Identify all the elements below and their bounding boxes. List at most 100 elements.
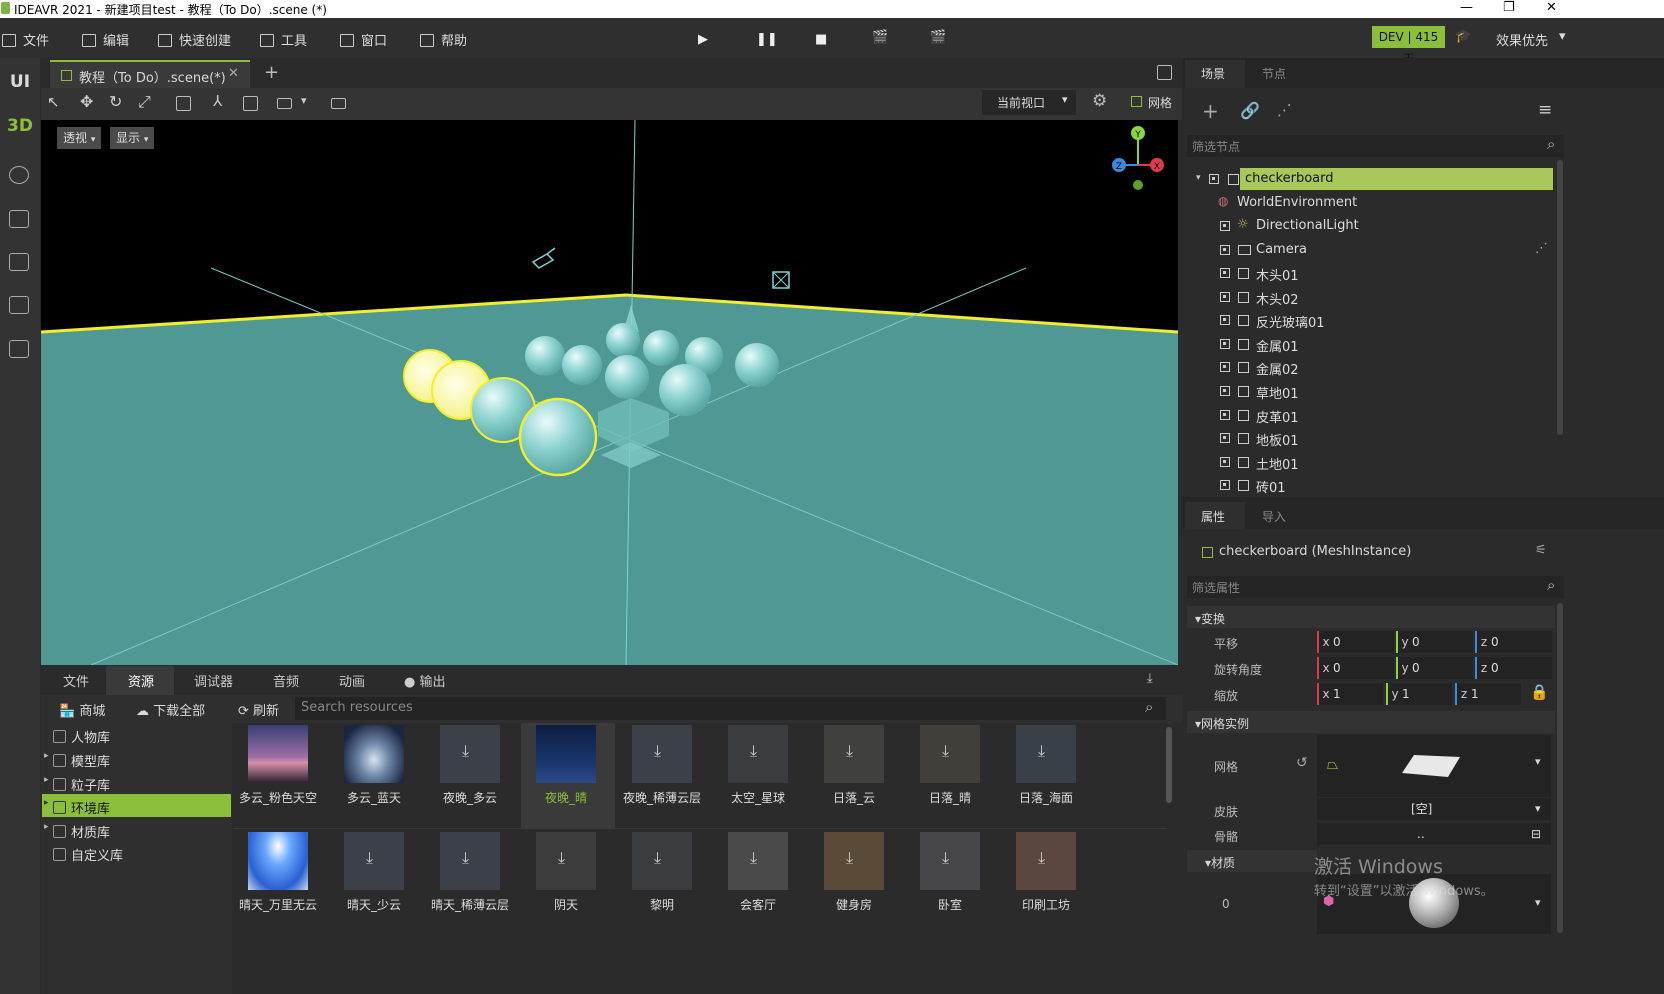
tab-properties[interactable]: 属性 <box>1201 508 1225 525</box>
visibility-checkbox[interactable] <box>1220 386 1230 396</box>
quality-select[interactable]: 效果优先 <box>1496 30 1548 49</box>
node-metal01[interactable]: 金属01 <box>1256 336 1299 355</box>
visibility-checkbox[interactable] <box>1220 268 1230 278</box>
3d-viewport[interactable]: Y X Z <box>41 120 1178 665</box>
scale-x-field[interactable]: x1 <box>1317 683 1383 705</box>
translate-y-field[interactable]: y0 <box>1396 631 1473 653</box>
pause-icon[interactable]: ❚❚ <box>756 32 778 47</box>
close-tab-icon[interactable]: ✕ <box>228 66 239 81</box>
gear-icon[interactable]: ⚙ <box>1092 91 1107 111</box>
menu-quick-create[interactable]: 快速创建 <box>158 30 231 49</box>
expand-icon[interactable]: ▸ <box>44 775 49 785</box>
close-icon[interactable]: ✕ <box>1546 0 1557 15</box>
resource-search-input[interactable]: Search resources ⌕ <box>295 697 1166 720</box>
perspective-button[interactable]: 透视 ▾ <box>57 127 102 149</box>
menu-window[interactable]: 窗口 <box>340 30 387 49</box>
store-icon[interactable] <box>9 210 29 228</box>
display-button[interactable]: 显示 ▾ <box>110 127 155 149</box>
view-select[interactable]: 当前视口 ▾ <box>982 90 1076 115</box>
resource-item[interactable]: ⤓ 晴天_少云 <box>326 832 422 938</box>
node-world-environment[interactable]: WorldEnvironment <box>1237 195 1357 210</box>
skeleton-field[interactable]: .. ⊟ <box>1317 823 1551 845</box>
tab-animation[interactable]: 动画 <box>339 671 365 690</box>
tab-import[interactable]: 导入 <box>1262 508 1286 525</box>
3d-mode-button[interactable]: 3D <box>0 116 40 136</box>
skin-select[interactable]: [空] ▾ <box>1317 798 1551 820</box>
script-icon[interactable]: ⋰ <box>1535 241 1548 256</box>
rotate-tool-icon[interactable]: ↻ <box>109 92 122 111</box>
node-grass01[interactable]: 草地01 <box>1256 383 1299 402</box>
tree-item-models[interactable]: 模型库 <box>53 751 110 770</box>
reset-icon[interactable]: ↺ <box>1296 755 1308 771</box>
collapse-icon[interactable]: ▾ <box>1196 173 1201 183</box>
chevron-down-icon[interactable]: ▾ <box>1535 896 1541 909</box>
node-brick01[interactable]: 砖01 <box>1256 477 1286 496</box>
maximize-icon[interactable]: ❐ <box>1503 0 1515 15</box>
scene-tree-scrollbar[interactable] <box>1557 160 1563 435</box>
settings-panel-icon[interactable] <box>9 253 29 271</box>
device-icon[interactable] <box>9 340 29 358</box>
node-wood01[interactable]: 木头01 <box>1256 265 1299 284</box>
menu-help[interactable]: 帮助 <box>420 30 467 49</box>
resource-item[interactable]: 夜晚_晴 <box>518 725 614 831</box>
tree-item-characters[interactable]: 人物库 <box>53 727 110 746</box>
chevron-down-icon[interactable]: ▾ <box>1535 755 1541 768</box>
search-icon[interactable]: ⌕ <box>1547 135 1555 153</box>
resource-item[interactable]: 多云_蓝天 <box>326 725 422 831</box>
scale-z-field[interactable]: z1 <box>1455 683 1521 705</box>
tab-scene[interactable]: 场景 <box>1201 65 1225 82</box>
rotation-z-field[interactable]: z0 <box>1475 657 1552 679</box>
expand-icon[interactable]: ▸ <box>44 751 49 761</box>
section-material[interactable]: ▾材质 <box>1205 854 1235 871</box>
section-mesh-instance[interactable]: ▾网格实例 <box>1195 715 1249 732</box>
mesh-resource-field[interactable]: ⏢ ▾ <box>1317 735 1551 797</box>
stop-icon[interactable]: ■ <box>815 32 827 47</box>
resource-item[interactable]: 多云_粉色天空 <box>230 725 326 831</box>
tab-audio[interactable]: 音频 <box>273 671 299 690</box>
property-filter-input[interactable]: 筛选属性 ⌕ <box>1187 576 1564 598</box>
resource-item[interactable]: 晴天_万里无云 <box>230 832 326 938</box>
sliders-icon[interactable]: ⚟ <box>1535 543 1547 558</box>
download-icon[interactable]: ⤓ <box>1147 671 1153 686</box>
node-checkerboard[interactable]: checkerboard <box>1245 171 1333 186</box>
tab-debugger[interactable]: 调试器 <box>194 671 233 690</box>
visibility-checkbox[interactable] <box>1220 339 1230 349</box>
tab-node[interactable]: 节点 <box>1262 65 1286 82</box>
resource-item[interactable]: ⤓ 会客厅 <box>710 832 806 938</box>
resource-item[interactable]: ⤓ 日落_海面 <box>998 725 1094 831</box>
translate-x-field[interactable]: x0 <box>1317 631 1394 653</box>
link-icon[interactable]: 🔗 <box>1240 101 1260 120</box>
camera-icon[interactable] <box>331 98 346 109</box>
section-transform[interactable]: ▾变换 <box>1195 610 1225 627</box>
resource-item[interactable]: ⤓ 健身房 <box>806 832 902 938</box>
refresh-button[interactable]: ⟳ 刷新 <box>238 700 279 719</box>
node-wood02[interactable]: 木头02 <box>1256 289 1299 308</box>
visibility-checkbox[interactable] <box>1220 362 1230 372</box>
select-tool-icon[interactable]: ↖ <box>47 93 60 111</box>
mortarboard-icon[interactable]: 🎓 <box>1455 29 1471 44</box>
tree-item-environments[interactable]: 环境库 <box>53 798 110 817</box>
focus-icon[interactable] <box>176 96 191 111</box>
translate-z-field[interactable]: z0 <box>1475 631 1552 653</box>
layout-icon[interactable] <box>277 98 292 109</box>
visibility-checkbox[interactable] <box>1220 433 1230 443</box>
resource-item[interactable]: ⤓ 黎明 <box>614 832 710 938</box>
visibility-checkbox[interactable] <box>1220 410 1230 420</box>
scale-tool-icon[interactable]: ⤢ <box>138 92 151 112</box>
node-filter-input[interactable]: 筛选节点 ⌕ <box>1187 135 1564 157</box>
node-soil01[interactable]: 土地01 <box>1256 454 1299 473</box>
node-metal02[interactable]: 金属02 <box>1256 359 1299 378</box>
fullscreen-icon[interactable] <box>1157 65 1172 80</box>
resource-item[interactable]: ⤓ 晴天_稀薄云层 <box>422 832 518 938</box>
resource-item[interactable]: ⤓ 太空_星球 <box>710 725 806 831</box>
menu-tools[interactable]: 工具 <box>260 30 307 49</box>
shop-button[interactable]: 🏪 商城 <box>59 700 105 719</box>
visibility-checkbox[interactable] <box>1220 245 1230 255</box>
grid-toggle[interactable]: 网格 <box>1148 94 1172 111</box>
node-graph-icon[interactable]: ⋰ <box>1277 101 1292 119</box>
tree-item-particles[interactable]: 粒子库 <box>53 775 110 794</box>
search-icon[interactable]: ⌕ <box>1145 698 1153 716</box>
node-reflective-glass01[interactable]: 反光玻璃01 <box>1256 312 1325 331</box>
resource-item[interactable]: ⤓ 夜晚_稀薄云层 <box>614 725 710 831</box>
snap-icon[interactable] <box>243 96 258 111</box>
